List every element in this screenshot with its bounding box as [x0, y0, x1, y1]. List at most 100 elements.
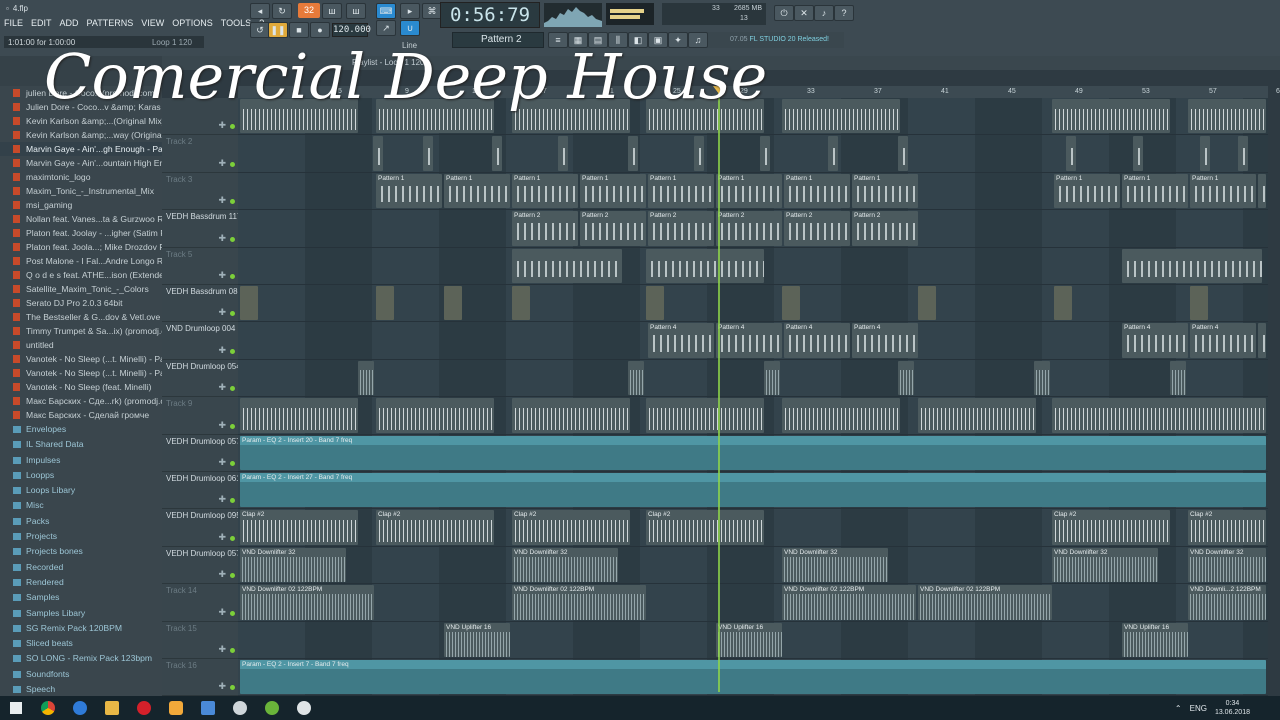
playlist-clip[interactable]: [512, 286, 530, 320]
browser-folder[interactable]: Misc: [0, 498, 162, 513]
playlist-clip[interactable]: [1052, 398, 1266, 433]
snap-icon[interactable]: ↗: [376, 20, 396, 36]
playlist-clip[interactable]: Pattern 2: [852, 211, 918, 246]
track-mute-led[interactable]: [230, 311, 235, 316]
playlist-clip[interactable]: VND Uplifter 16: [444, 623, 510, 657]
wait-button[interactable]: ш: [322, 3, 342, 19]
playlist-clip[interactable]: VND Downlifter 02 122BPM: [782, 585, 916, 620]
browser-file[interactable]: Satellite_Maxim_Tonic_-_Colors: [0, 282, 162, 296]
track-header[interactable]: VEDH Drumloop 054 ✚: [162, 360, 238, 397]
playlist-clip[interactable]: Pattern 1: [444, 174, 510, 208]
help-icon[interactable]: ?: [834, 5, 854, 21]
playlist-clip[interactable]: VND Downli...2 122BPM: [1188, 585, 1266, 620]
playlist-clip[interactable]: [760, 136, 770, 171]
browser-file[interactable]: Serato DJ Pro 2.0.3 64bit: [0, 296, 162, 310]
playlist-clip[interactable]: [444, 286, 462, 320]
playlist-clip[interactable]: [898, 136, 908, 171]
browser-folder[interactable]: Packs: [0, 514, 162, 529]
track-header[interactable]: VEDH Drumloop 057 ✚: [162, 435, 238, 472]
pause-button[interactable]: ❚❚: [268, 22, 288, 38]
playlist-clip[interactable]: [1258, 174, 1266, 208]
playlist-clip[interactable]: Pattern 1: [376, 174, 442, 208]
track-add-icon[interactable]: ✚: [218, 307, 226, 318]
mic-icon[interactable]: ♪: [814, 5, 834, 21]
playlist-clip[interactable]: Clap #2: [1188, 510, 1266, 545]
playlist-clip[interactable]: VND Downlifter 32: [512, 548, 618, 582]
explorer-icon[interactable]: [96, 696, 128, 720]
playlist-clip[interactable]: Pattern 2: [648, 211, 714, 246]
track-header[interactable]: VEDH Bassdrum 080 ✚: [162, 285, 238, 322]
playlist-clip[interactable]: Pattern 2: [512, 211, 578, 246]
playlist-clip[interactable]: [1133, 136, 1143, 171]
track-header[interactable]: Track 14 ✚: [162, 584, 238, 622]
browser-file[interactable]: Timmy Trumpet & Sa...ix) (promodj.com): [0, 324, 162, 338]
playlist-clip[interactable]: [1258, 323, 1266, 358]
playlist-clip[interactable]: Param - EQ 2 - Insert 20 - Band 7 freq: [240, 436, 1266, 470]
power-icon[interactable]: ⏻: [774, 5, 794, 21]
fl-studio-icon[interactable]: [160, 696, 192, 720]
track-header[interactable]: Track 2 ✚: [162, 135, 238, 173]
browser-file[interactable]: Nollan feat. Vanes...ta & Gurzwoo Remix): [0, 212, 162, 226]
track-header[interactable]: VEDH Drumloop 095 ✚: [162, 509, 238, 547]
track-mute-led[interactable]: [230, 124, 235, 129]
loop-button[interactable]: ↺: [250, 22, 270, 38]
app-icon[interactable]: [192, 696, 224, 720]
playlist-clip[interactable]: [898, 361, 914, 395]
playlist-clip[interactable]: Pattern 4: [852, 323, 918, 358]
browser-file[interactable]: The Bestseller & G...dov & Vetl.ove Remi…: [0, 310, 162, 324]
playlist-clip[interactable]: VND Downlifter 02 122BPM: [918, 585, 1052, 620]
playlist-clip[interactable]: Pattern 4: [716, 323, 782, 358]
browser-folder[interactable]: Projects: [0, 529, 162, 544]
browser-file[interactable]: Kevin Karlson &amp;...way (Original Mix): [0, 128, 162, 142]
playlist-clip[interactable]: [782, 99, 900, 133]
track-lane[interactable]: [238, 135, 1268, 173]
browser-folder[interactable]: Projects bones: [0, 544, 162, 559]
menu-item[interactable]: VIEW: [137, 16, 168, 32]
track-lane[interactable]: VND Downlifter 02 122BPM VND Downlifter 0…: [238, 584, 1268, 622]
playlist-clip[interactable]: [240, 398, 358, 433]
stop-button[interactable]: ■: [289, 22, 309, 38]
tray-clock[interactable]: 0:34 13.06.2018: [1215, 699, 1250, 717]
track-mute-led[interactable]: [230, 386, 235, 391]
playlist-clip[interactable]: [918, 286, 936, 320]
track-add-icon[interactable]: ✚: [218, 382, 226, 393]
chrome-icon[interactable]: [32, 696, 64, 720]
track-lane[interactable]: [238, 397, 1268, 435]
playlist-clip[interactable]: Pattern 2: [580, 211, 646, 246]
playlist-clip[interactable]: [492, 136, 502, 171]
playlist-clip[interactable]: Pattern 4: [1190, 323, 1256, 358]
app2-icon[interactable]: [288, 696, 320, 720]
track-add-icon[interactable]: ✚: [218, 195, 226, 206]
playlist-clip[interactable]: [373, 136, 383, 171]
playlist-clip[interactable]: [512, 249, 622, 283]
track-lane[interactable]: [238, 360, 1268, 397]
track-mute-led[interactable]: [230, 498, 235, 503]
browser-folder[interactable]: IL Shared Data: [0, 437, 162, 452]
browser-file[interactable]: Макс Барских - Сделай громче: [0, 408, 162, 422]
track-header[interactable]: Track 5 ✚: [162, 248, 238, 285]
track-mute-led[interactable]: [230, 685, 235, 690]
track-header[interactable]: VEDH Drumloop 057 ✚: [162, 547, 238, 584]
browser-file[interactable]: untitled: [0, 338, 162, 352]
menu-item[interactable]: ADD: [56, 16, 83, 32]
tempo-display[interactable]: 120.000: [332, 23, 371, 37]
menu-item[interactable]: PATTERNS: [83, 16, 138, 32]
window-menu-icon[interactable]: ▫: [6, 4, 9, 13]
track-mute-led[interactable]: [230, 648, 235, 653]
track-lane[interactable]: Pattern 2 Pattern 2 Pattern 2 Pattern 2 Patt…: [238, 210, 1268, 248]
playlist-clip[interactable]: Clap #2: [240, 510, 358, 545]
track-lane[interactable]: [238, 285, 1268, 322]
song-time-display[interactable]: 0:56:79: [440, 2, 540, 28]
browser-folder[interactable]: Impulses: [0, 453, 162, 468]
playlist-clip[interactable]: VND Downlifter 32: [782, 548, 888, 582]
countdown-button[interactable]: ш: [346, 3, 366, 19]
start-button[interactable]: [0, 696, 32, 720]
playlist-clip[interactable]: [646, 286, 664, 320]
multilink-button[interactable]: ⌘: [422, 3, 442, 19]
browser-file[interactable]: Maxim_Tonic_-_Instrumental_Mix: [0, 184, 162, 198]
playlist-clip[interactable]: VND Downlifter 32: [1188, 548, 1266, 582]
pattern-song-toggle[interactable]: ◂: [250, 3, 270, 19]
playlist-clip[interactable]: Pattern 1: [1122, 174, 1188, 208]
track-add-icon[interactable]: ✚: [218, 644, 226, 655]
browser-folder[interactable]: Loopps: [0, 468, 162, 483]
